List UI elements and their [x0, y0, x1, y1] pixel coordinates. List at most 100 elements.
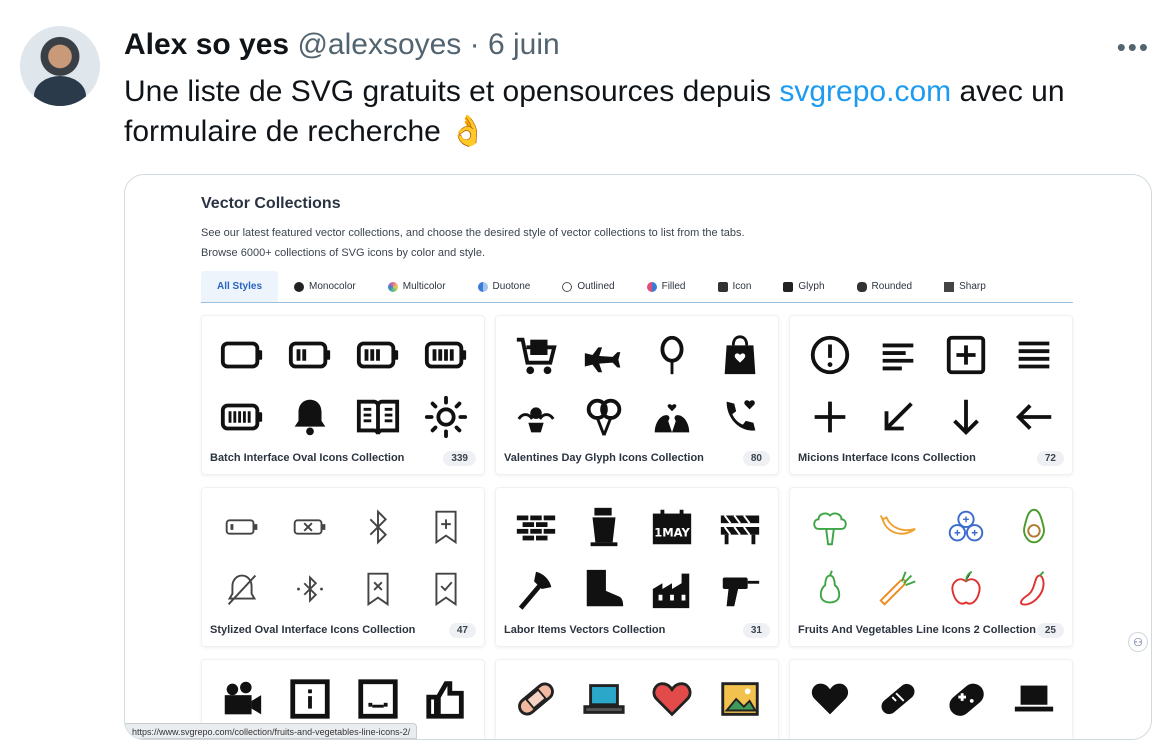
info-box-icon: [276, 668, 344, 730]
brick-wall-icon: [502, 496, 570, 558]
balloons-icon: [570, 386, 638, 448]
airplane-icon: [570, 324, 638, 386]
tweet-text-part1: Une liste de SVG gratuits et opensources…: [124, 75, 780, 108]
battery-full-icon: [208, 386, 276, 448]
tab-icon[interactable]: Icon: [702, 271, 768, 302]
extension-icon[interactable]: ⚇: [1128, 632, 1148, 652]
bookmark-check-icon: [412, 558, 480, 620]
gift-bag-icon: [706, 324, 774, 386]
arrow-down-left-icon: [864, 386, 932, 448]
duotone-icon: [477, 281, 488, 292]
collection-card[interactable]: Micions Interface Icons Collection 72: [789, 315, 1073, 475]
more-options-icon[interactable]: •••: [1117, 32, 1150, 63]
battery-high-icon: [412, 324, 480, 386]
tab-outlined[interactable]: Outlined: [546, 271, 630, 302]
calendar-may-icon: 1MAY: [638, 496, 706, 558]
icon-preview-grid: 1MAY: [502, 496, 774, 620]
tweet-media[interactable]: Vector Collections See our latest featur…: [124, 174, 1152, 740]
outlined-icon: [562, 281, 573, 292]
battery-low-outline-icon: [208, 496, 276, 558]
book-open-icon: [344, 386, 412, 448]
image-icon: [706, 668, 774, 730]
sharp-icon: [944, 281, 955, 292]
browser-status-url: https://www.svgrepo.com/collection/fruit…: [125, 723, 418, 739]
battery-x-icon: [276, 496, 344, 558]
icon-preview-grid: [502, 668, 774, 730]
bell-off-icon: [208, 558, 276, 620]
page-title: Vector Collections: [201, 195, 341, 212]
shopping-cart-icon: [502, 324, 570, 386]
battery-mid-icon: [344, 324, 412, 386]
collection-card[interactable]: [495, 659, 779, 739]
bluetooth-connect-icon: [276, 558, 344, 620]
sun-icon: [412, 386, 480, 448]
collection-card[interactable]: Batch Interface Oval Icons Collection 33…: [201, 315, 485, 475]
tab-sharp[interactable]: Sharp: [928, 271, 1002, 302]
description-line-2: Browse 6000+ collections of SVG icons by…: [201, 247, 486, 259]
tab-all-styles[interactable]: All Styles: [201, 271, 279, 302]
carrot-icon: [864, 558, 932, 620]
collection-name[interactable]: Valentines Day Glyph Icons Collection: [504, 452, 704, 464]
monocolor-icon: [294, 281, 305, 292]
ok-hand-emoji-icon: 👌: [449, 115, 487, 148]
style-tabs: All Styles Monocolor Multicolor Duotone …: [201, 271, 1073, 303]
author-name[interactable]: Alex so yes: [124, 28, 289, 61]
filled-icon: [646, 281, 657, 292]
tab-multicolor[interactable]: Multicolor: [372, 271, 462, 302]
tab-monocolor[interactable]: Monocolor: [278, 271, 372, 302]
collection-count-badge: 80: [742, 451, 770, 466]
apple-icon: [932, 558, 1000, 620]
video-camera-icon: [208, 668, 276, 730]
collection-count-badge: 31: [742, 623, 770, 638]
rounded-icon: [856, 281, 867, 292]
icon-preview-grid: [208, 496, 480, 620]
tweet-date[interactable]: 6 juin: [488, 28, 560, 61]
heart-filled-icon: [796, 668, 864, 730]
svg-text:1MAY: 1MAY: [654, 526, 690, 540]
exclamation-icon: [796, 324, 864, 386]
chili-pepper-icon: [1000, 558, 1068, 620]
blueberries-icon: [932, 496, 1000, 558]
work-boot-icon: [570, 558, 638, 620]
tab-label: Outlined: [577, 281, 615, 292]
svgrepo-link[interactable]: svgrepo.com: [779, 75, 951, 108]
bluetooth-icon: [344, 496, 412, 558]
collection-card[interactable]: [789, 659, 1073, 739]
collection-name[interactable]: Fruits And Vegetables Line Icons 2 Colle…: [798, 624, 1036, 636]
collection-card[interactable]: Fruits And Vegetables Line Icons 2 Colle…: [789, 487, 1073, 647]
tab-duotone[interactable]: Duotone: [462, 271, 547, 302]
author-handle[interactable]: @alexsoyes: [297, 28, 461, 61]
collection-count-badge: 72: [1036, 451, 1064, 466]
battery-empty-icon: [208, 324, 276, 386]
monitor-face-icon: [344, 668, 412, 730]
collection-name[interactable]: Stylized Oval Interface Icons Collection: [210, 624, 415, 636]
collection-name[interactable]: Batch Interface Oval Icons Collection: [210, 452, 404, 464]
tab-label: Rounded: [871, 281, 913, 292]
collection-card[interactable]: 1MAY Labor Items Vectors Collection 31: [495, 487, 779, 647]
collection-card[interactable]: Valentines Day Glyph Icons Collection 80: [495, 315, 779, 475]
svgrepo-screenshot: Vector Collections See our latest featur…: [125, 175, 1151, 739]
collection-name[interactable]: Labor Items Vectors Collection: [504, 624, 665, 636]
collection-count-badge: 47: [448, 623, 476, 638]
icon-style-icon: [717, 281, 728, 292]
laptop-filled-icon: [1000, 668, 1068, 730]
bandage-icon: [502, 668, 570, 730]
laptop-icon: [570, 668, 638, 730]
tab-glyph[interactable]: Glyph: [767, 271, 840, 302]
collection-card[interactable]: Stylized Oval Interface Icons Collection…: [201, 487, 485, 647]
tab-filled[interactable]: Filled: [631, 271, 702, 302]
tab-label: All Styles: [217, 281, 263, 292]
bell-icon: [276, 386, 344, 448]
arrow-left-icon: [1000, 386, 1068, 448]
factory-building-icon: [638, 558, 706, 620]
separator: ·: [469, 28, 480, 61]
paint-bucket-icon: [570, 496, 638, 558]
collection-name[interactable]: Micions Interface Icons Collection: [798, 452, 976, 464]
collection-count-badge: 339: [443, 451, 476, 466]
avatar[interactable]: [20, 26, 100, 106]
icon-preview-grid: [796, 324, 1068, 448]
drill-icon: [706, 558, 774, 620]
plus-icon: [796, 386, 864, 448]
tab-rounded[interactable]: Rounded: [841, 271, 929, 302]
tab-label: Monocolor: [309, 281, 356, 292]
